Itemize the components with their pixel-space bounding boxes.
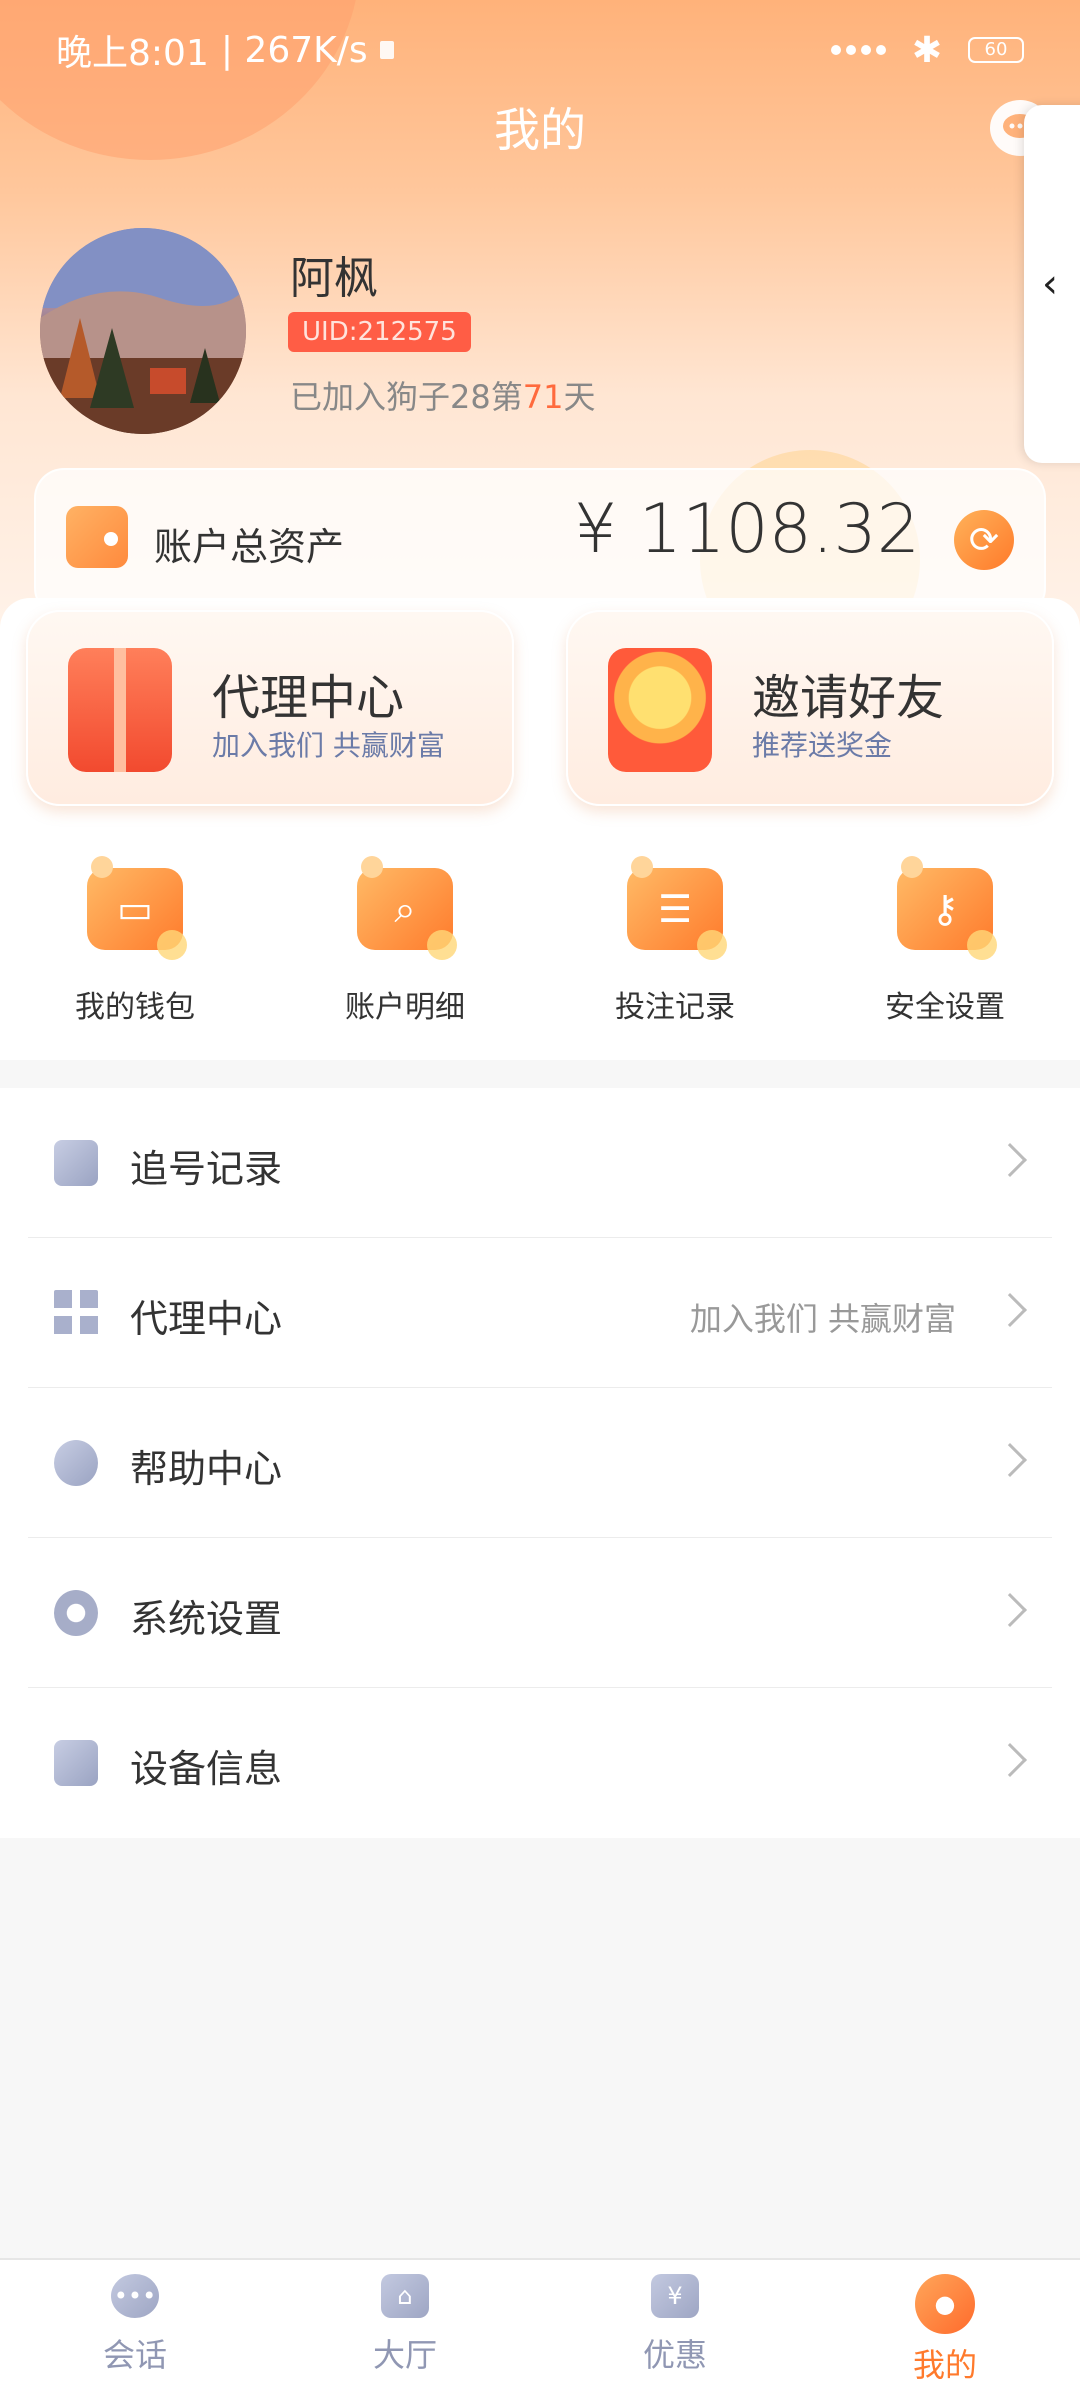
quick-action-label: 投注记录 bbox=[615, 990, 735, 1025]
quick-actions: ▭ 我的钱包 ⌕ 账户明细 ☰ 投注记录 ⚷ 安全设置 bbox=[0, 856, 1080, 1026]
status-bar: 晚上8:01 | 267K/s ✱ 60 bbox=[0, 0, 1080, 100]
status-speed: | 267K/s bbox=[220, 29, 368, 71]
chevron-right-icon bbox=[993, 1593, 1027, 1627]
profile-icon: ● bbox=[915, 2274, 975, 2334]
tablet-icon bbox=[54, 1740, 98, 1786]
uid-badge: UID:212575 bbox=[288, 312, 471, 352]
quick-action-security[interactable]: ⚷ 安全设置 bbox=[810, 856, 1080, 1026]
gear-icon bbox=[54, 1590, 98, 1636]
joined-prefix: 已加入狗子28第 bbox=[290, 378, 523, 416]
menu-item-label: 追号记录 bbox=[130, 1147, 283, 1191]
battery-icon: 60 bbox=[968, 37, 1024, 63]
promo-subtitle: 加入我们 共赢财富 bbox=[212, 729, 445, 762]
hall-icon: ⌂ bbox=[381, 2274, 429, 2318]
nav-tab-profile[interactable]: ● 我的 bbox=[810, 2260, 1080, 2400]
side-drawer-tab[interactable]: ‹ bbox=[1024, 105, 1080, 463]
page-title: 我的 bbox=[494, 103, 586, 157]
coin-hand-icon bbox=[608, 648, 712, 772]
status-time: 晚上8:01 bbox=[56, 33, 209, 74]
qr-code-icon bbox=[54, 1290, 98, 1336]
menu-item-label: 设备信息 bbox=[130, 1747, 283, 1791]
chevron-right-icon bbox=[993, 1143, 1027, 1177]
bottom-navigation: ••• 会话 ⌂ 大厅 ¥ 优惠 ● 我的 bbox=[0, 2258, 1080, 2400]
menu-item-chase-records[interactable]: 追号记录 bbox=[28, 1088, 1052, 1238]
chevron-right-icon bbox=[993, 1293, 1027, 1327]
nav-tab-label: 优惠 bbox=[642, 2336, 707, 2374]
quick-action-account-details[interactable]: ⌕ 账户明细 bbox=[270, 856, 540, 1026]
wallet-icon: ▭ bbox=[87, 856, 187, 960]
invite-friends-card[interactable]: 邀请好友 推荐送奖金 bbox=[566, 610, 1054, 806]
menu-item-system-settings[interactable]: 系统设置 bbox=[28, 1538, 1052, 1688]
total-assets-label: 账户总资产 bbox=[154, 525, 345, 569]
settings-list: 追号记录 代理中心 加入我们 共赢财富 帮助中心 系统设置 设备信息 bbox=[0, 1088, 1080, 1838]
joined-days-text: 已加入狗子28第71天 bbox=[290, 372, 595, 418]
menu-item-label: 代理中心 bbox=[130, 1297, 283, 1341]
menu-item-label: 系统设置 bbox=[130, 1597, 283, 1641]
chevron-right-icon bbox=[993, 1743, 1027, 1777]
chat-icon: ••• bbox=[111, 2274, 159, 2318]
nav-tab-label: 大厅 bbox=[372, 2336, 437, 2374]
nav-tab-discount[interactable]: ¥ 优惠 bbox=[540, 2260, 810, 2400]
nav-tab-hall[interactable]: ⌂ 大厅 bbox=[270, 2260, 540, 2400]
refresh-icon[interactable]: ⟳ bbox=[954, 510, 1014, 570]
menu-item-agent-center[interactable]: 代理中心 加入我们 共赢财富 bbox=[28, 1238, 1052, 1388]
clipboard-icon bbox=[54, 1140, 98, 1186]
agent-center-card[interactable]: 代理中心 加入我们 共赢财富 bbox=[26, 610, 514, 806]
record-icon: ☰ bbox=[627, 856, 727, 960]
total-assets-card: 账户总资产 ¥ 1108.32 ⟳ bbox=[34, 468, 1046, 618]
nav-tab-chat[interactable]: ••• 会话 bbox=[0, 2260, 270, 2400]
menu-item-device-info[interactable]: 设备信息 bbox=[28, 1688, 1052, 1838]
chevron-left-icon: ‹ bbox=[1042, 261, 1058, 307]
quick-action-label: 账户明细 bbox=[345, 990, 465, 1025]
search-icon: ⌕ bbox=[357, 856, 457, 960]
discount-icon: ¥ bbox=[651, 2274, 699, 2318]
nav-tab-label: 会话 bbox=[102, 2336, 167, 2374]
signal-icon bbox=[830, 45, 886, 55]
user-name: 阿枫 bbox=[290, 253, 378, 304]
promo-subtitle: 推荐送奖金 bbox=[752, 729, 893, 762]
joined-suffix: 天 bbox=[563, 378, 596, 416]
nav-tab-label: 我的 bbox=[912, 2346, 977, 2384]
menu-item-label: 帮助中心 bbox=[130, 1447, 283, 1491]
total-assets-value: ¥ 1108.32 bbox=[573, 490, 920, 569]
quick-action-label: 我的钱包 bbox=[75, 990, 195, 1025]
help-icon bbox=[54, 1440, 98, 1486]
menu-item-note: 加入我们 共赢财富 bbox=[689, 1300, 956, 1338]
promo-title: 邀请好友 bbox=[752, 670, 945, 726]
wifi-icon: ✱ bbox=[911, 29, 942, 71]
wallet-icon bbox=[66, 506, 128, 568]
quick-action-bet-records[interactable]: ☰ 投注记录 bbox=[540, 856, 810, 1026]
gift-icon bbox=[68, 648, 172, 772]
avatar[interactable] bbox=[40, 228, 246, 434]
promo-title: 代理中心 bbox=[212, 670, 405, 726]
chevron-right-icon bbox=[993, 1443, 1027, 1477]
quick-action-label: 安全设置 bbox=[885, 990, 1005, 1025]
nfc-icon bbox=[379, 41, 394, 59]
menu-item-help-center[interactable]: 帮助中心 bbox=[28, 1388, 1052, 1538]
joined-days-count: 71 bbox=[522, 378, 564, 416]
key-icon: ⚷ bbox=[897, 856, 997, 960]
quick-action-wallet[interactable]: ▭ 我的钱包 bbox=[0, 856, 270, 1026]
